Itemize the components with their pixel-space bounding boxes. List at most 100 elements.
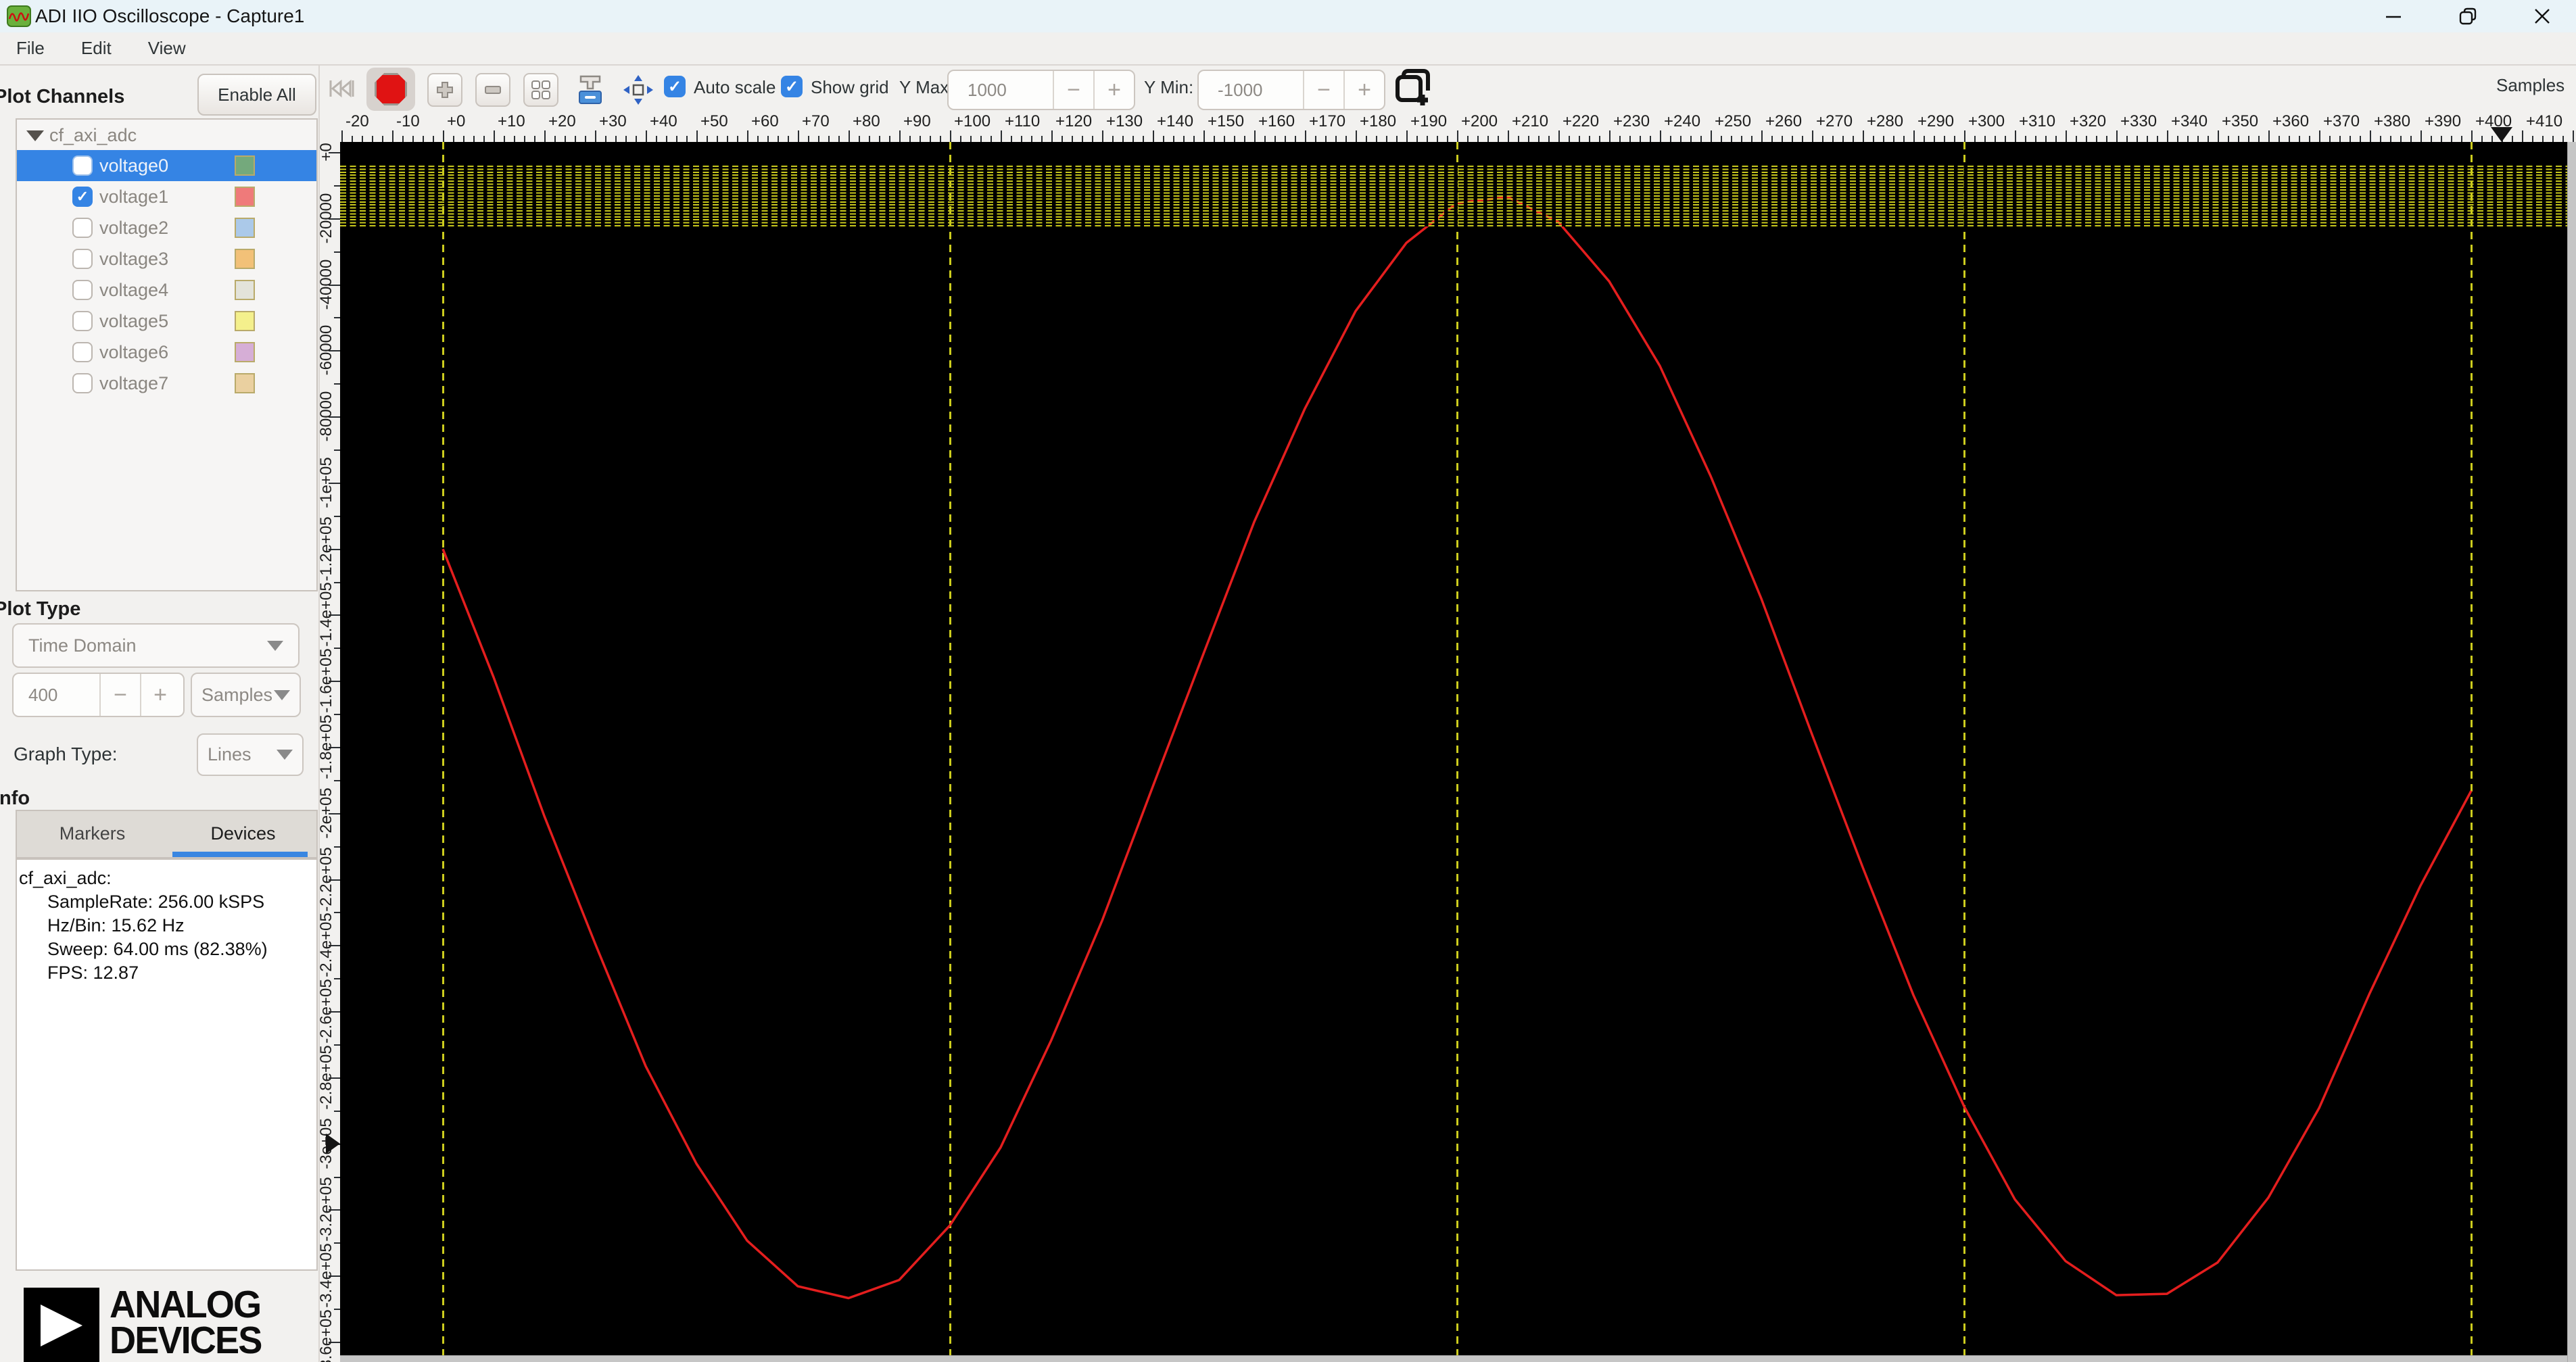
channel-row-voltage5[interactable]: voltage5 bbox=[17, 306, 316, 337]
plot-type-dropdown[interactable]: Time Domain bbox=[12, 623, 300, 668]
vertical-scrollbar[interactable] bbox=[2567, 142, 2576, 1362]
channel-checkbox-voltage7[interactable] bbox=[72, 373, 93, 393]
sample-unit-dropdown[interactable]: Samples bbox=[191, 673, 301, 717]
sample-count-increment-button[interactable]: + bbox=[140, 674, 179, 716]
restore-button[interactable] bbox=[2434, 0, 2502, 32]
plot-channels-label: Plot Channels bbox=[0, 86, 125, 107]
channel-color-swatch[interactable] bbox=[235, 249, 255, 269]
title-bar: ADI IIO Oscilloscope - Capture1 bbox=[0, 0, 2576, 32]
x-tick bbox=[1569, 136, 1570, 142]
close-button[interactable] bbox=[2508, 0, 2576, 32]
minimize-button[interactable] bbox=[2360, 0, 2427, 32]
channel-row-voltage4[interactable]: voltage4 bbox=[17, 274, 316, 306]
zoom-fit-button[interactable] bbox=[523, 73, 558, 107]
x-axis-marker-icon[interactable] bbox=[2491, 127, 2512, 142]
channel-row-voltage3[interactable]: voltage3 bbox=[17, 243, 316, 274]
x-tick bbox=[1812, 130, 1813, 142]
x-tick bbox=[412, 136, 414, 142]
channel-checkbox-voltage3[interactable] bbox=[72, 249, 93, 269]
x-tick bbox=[1751, 136, 1752, 142]
y-min-input[interactable]: -1000 bbox=[1199, 80, 1303, 101]
menu-edit[interactable]: Edit bbox=[74, 35, 118, 62]
x-tick-label: +100 bbox=[954, 112, 991, 130]
y-tick-label: -2.4e+05 bbox=[317, 913, 335, 978]
x-tick bbox=[2086, 136, 2087, 142]
move-pan-button[interactable] bbox=[619, 71, 657, 109]
channel-row-voltage1[interactable]: ✓ voltage1 bbox=[17, 181, 316, 212]
y-axis-marker-icon[interactable] bbox=[326, 1133, 340, 1154]
channel-checkbox-voltage4[interactable] bbox=[72, 280, 93, 300]
x-tick bbox=[757, 136, 759, 142]
y-min-decrement-button[interactable]: − bbox=[1303, 71, 1343, 109]
x-tick bbox=[1771, 136, 1773, 142]
x-tick bbox=[1832, 136, 1834, 142]
x-tick bbox=[1934, 136, 1935, 142]
sample-count-input[interactable]: 400 bbox=[14, 685, 99, 706]
x-tick-label: +140 bbox=[1157, 112, 1194, 130]
plot-type-value: Time Domain bbox=[28, 635, 137, 656]
channel-color-swatch[interactable] bbox=[235, 280, 255, 300]
channel-row-voltage2[interactable]: voltage2 bbox=[17, 212, 316, 243]
menu-view[interactable]: View bbox=[141, 35, 193, 62]
x-tick bbox=[2319, 130, 2320, 142]
enable-all-button[interactable]: Enable All bbox=[197, 74, 316, 116]
channel-checkbox-voltage5[interactable] bbox=[72, 311, 93, 331]
tab-devices[interactable]: Devices bbox=[168, 823, 318, 844]
auto-scale-checkbox[interactable]: ✓ bbox=[664, 76, 686, 97]
x-tick bbox=[1995, 136, 1996, 142]
tree-expander-icon[interactable] bbox=[26, 130, 44, 141]
channel-checkbox-voltage1[interactable]: ✓ bbox=[72, 187, 93, 207]
y-max-decrement-button[interactable]: − bbox=[1053, 71, 1093, 109]
channel-checkbox-voltage2[interactable] bbox=[72, 218, 93, 238]
x-tick bbox=[2076, 136, 2077, 142]
x-tick-label: +300 bbox=[1968, 112, 2005, 130]
y-tick-label: -3.4e+05 bbox=[317, 1243, 335, 1308]
save-capture-button[interactable] bbox=[571, 71, 609, 109]
x-tick bbox=[1122, 136, 1124, 142]
y-tick-label: -1.6e+05 bbox=[317, 648, 335, 713]
plot-canvas[interactable] bbox=[340, 142, 2576, 1362]
graph-type-dropdown[interactable]: Lines bbox=[197, 733, 304, 776]
x-tick bbox=[1944, 136, 1945, 142]
zoom-in-button[interactable] bbox=[427, 73, 462, 107]
channel-color-swatch[interactable] bbox=[235, 342, 255, 362]
channel-checkbox-voltage0[interactable] bbox=[72, 155, 93, 176]
x-tick-label: +250 bbox=[1715, 112, 1752, 130]
y-axis-ruler[interactable]: +0 -20000 -40000 -60000 -80000 -1e+05 -1.2e+05… bbox=[317, 112, 340, 1362]
x-tick bbox=[849, 130, 850, 142]
device-tree-row[interactable]: cf_axi_adc bbox=[17, 120, 316, 150]
x-tick-label: +230 bbox=[1613, 112, 1650, 130]
x-tick bbox=[514, 136, 515, 142]
move-pan-icon bbox=[623, 75, 653, 105]
channel-color-swatch[interactable] bbox=[235, 187, 255, 207]
y-max-increment-button[interactable]: + bbox=[1093, 71, 1134, 109]
menu-file[interactable]: File bbox=[9, 35, 51, 62]
zoom-out-button[interactable] bbox=[475, 73, 510, 107]
y-tick bbox=[334, 779, 340, 781]
active-tab-indicator bbox=[172, 852, 308, 857]
tab-markers[interactable]: Markers bbox=[17, 823, 168, 844]
capture-seek-icon[interactable] bbox=[329, 75, 358, 102]
sample-count-decrement-button[interactable]: − bbox=[99, 674, 140, 716]
show-grid-checkbox[interactable]: ✓ bbox=[781, 76, 803, 97]
y-min-increment-button[interactable]: + bbox=[1343, 71, 1384, 109]
y-max-input[interactable]: 1000 bbox=[949, 80, 1053, 101]
x-axis-ruler[interactable]: -20 -10 +0 +10 +20 +30 +40 +50 +60 +70 +80 +90 +100 +… bbox=[340, 112, 2576, 142]
channel-checkbox-voltage6[interactable] bbox=[72, 342, 93, 362]
channel-row-voltage6[interactable]: voltage6 bbox=[17, 337, 316, 368]
new-plot-icon[interactable] bbox=[1394, 69, 1432, 110]
channel-color-swatch[interactable] bbox=[235, 155, 255, 176]
left-panel: Plot Channels Enable All cf_axi_adc volt… bbox=[0, 66, 320, 1362]
x-tick-label: +410 bbox=[2526, 112, 2563, 130]
channel-color-swatch[interactable] bbox=[235, 311, 255, 331]
channel-color-swatch[interactable] bbox=[235, 218, 255, 238]
record-button[interactable] bbox=[366, 68, 415, 111]
channel-row-voltage0[interactable]: voltage0 bbox=[17, 150, 316, 181]
x-tick bbox=[2147, 136, 2148, 142]
x-tick-label: +30 bbox=[599, 112, 627, 130]
record-icon bbox=[375, 73, 407, 105]
channel-row-voltage7[interactable]: voltage7 bbox=[17, 368, 316, 399]
channel-color-swatch[interactable] bbox=[235, 373, 255, 393]
horizontal-scrollbar[interactable] bbox=[340, 1355, 2576, 1362]
x-tick bbox=[2532, 136, 2533, 142]
